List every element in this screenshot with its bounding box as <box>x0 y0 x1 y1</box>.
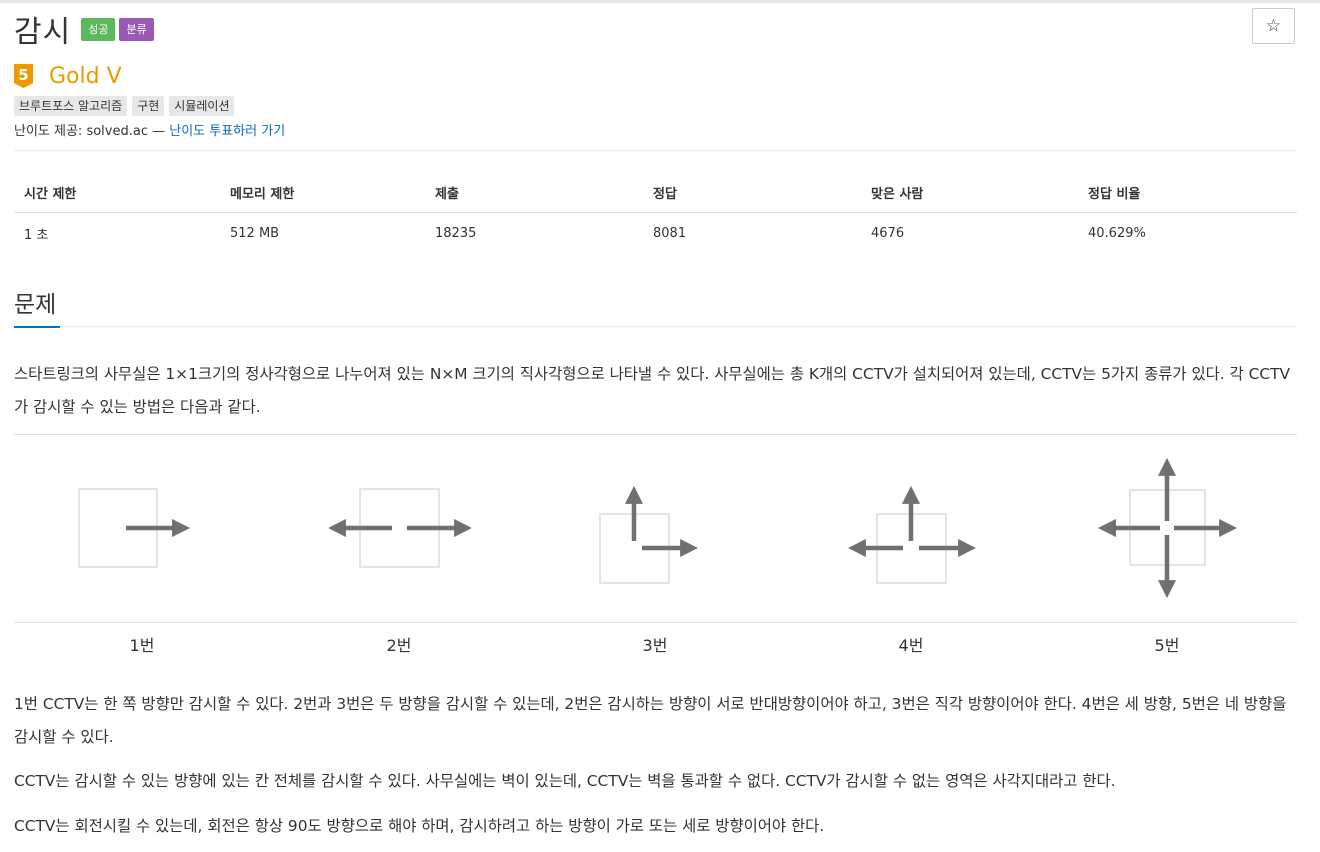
tier-name[interactable]: Gold V <box>49 64 122 89</box>
problem-paragraph: 1번 CCTV는 한 쪽 방향만 감시할 수 있다. 2번과 3번은 두 방향을… <box>14 695 1287 746</box>
problem-intro: 스타트링크의 사무실은 1×1크기의 정사각형으로 나누어져 있는 N×M 크기… <box>14 365 1291 416</box>
table-cell: 8081 <box>653 225 687 241</box>
top-border <box>0 0 1320 3</box>
tag-item[interactable]: 구현 <box>132 96 165 116</box>
table-header: 제출 <box>425 172 643 213</box>
cctv-type-1-diagram <box>78 488 191 568</box>
problem-title: 감시 <box>14 15 72 50</box>
divider <box>14 150 1297 151</box>
table-header: 정답 <box>643 172 861 213</box>
problem-info-table: 시간 제한 메모리 제한 제출 정답 맞은 사람 정답 비율 1 초 512 M… <box>14 172 1297 253</box>
section-heading: 문제 <box>14 292 57 318</box>
status-label-success[interactable]: 성공 <box>81 17 116 41</box>
table-cell: 40.629% <box>1088 225 1146 241</box>
figure-caption: 5번 <box>1154 636 1180 655</box>
tier-badge-icon: 5 <box>14 64 33 88</box>
cctv-type-2-diagram <box>327 488 473 568</box>
figure-bottom-border <box>14 622 1297 623</box>
problem-paragraph: CCTV는 감시할 수 있는 방향에 있는 칸 전체를 감시할 수 있다. 사무… <box>14 772 1116 790</box>
table-cell: 512 MB <box>230 225 280 241</box>
algorithm-tags: 브루트포스 알고리즘 구현 시뮬레이션 <box>14 96 239 116</box>
section-divider <box>14 326 1297 327</box>
source-text: 난이도 제공: solved.ac — <box>14 124 170 139</box>
section-heading-underline <box>14 326 60 328</box>
cctv-type-5-diagram <box>1097 457 1238 599</box>
status-label-category[interactable]: 분류 <box>119 17 154 41</box>
cctv-type-3-diagram <box>599 485 699 584</box>
table-header: 메모리 제한 <box>220 172 425 213</box>
difficulty-source: 난이도 제공: solved.ac — 난이도 투표하러 가기 <box>14 120 285 139</box>
table-cell: 1 초 <box>24 227 49 243</box>
problem-paragraph: CCTV는 회전시킬 수 있는데, 회전은 항상 90도 방향으로 해야 하며,… <box>14 817 825 835</box>
star-outline-icon: ☆ <box>1265 16 1282 36</box>
tag-item[interactable]: 브루트포스 알고리즘 <box>14 96 128 116</box>
cctv-direction-figure <box>78 457 1238 599</box>
table-cell: 18235 <box>435 225 477 241</box>
star-button[interactable]: ☆ <box>1252 8 1295 44</box>
table-header: 정답 비율 <box>1078 172 1297 213</box>
vote-difficulty-link[interactable]: 난이도 투표하러 가기 <box>169 124 285 139</box>
table-row: 1 초 512 MB 18235 8081 4676 40.629% <box>14 213 1297 254</box>
figure-caption: 2번 <box>386 636 412 655</box>
cctv-type-4-diagram <box>847 485 977 584</box>
figure-top-border <box>14 434 1297 435</box>
figure-caption: 4번 <box>898 636 924 655</box>
table-header: 맞은 사람 <box>861 172 1078 213</box>
table-header-row: 시간 제한 메모리 제한 제출 정답 맞은 사람 정답 비율 <box>14 172 1297 213</box>
figure-caption: 1번 <box>129 636 155 655</box>
title-row: 감시 성공 분류 <box>14 8 154 50</box>
table-header: 시간 제한 <box>14 172 220 213</box>
tag-item[interactable]: 시뮬레이션 <box>169 96 235 116</box>
figure-caption: 3번 <box>642 636 668 655</box>
table-cell: 4676 <box>871 225 905 241</box>
tier-row: 5 Gold V <box>14 62 122 90</box>
